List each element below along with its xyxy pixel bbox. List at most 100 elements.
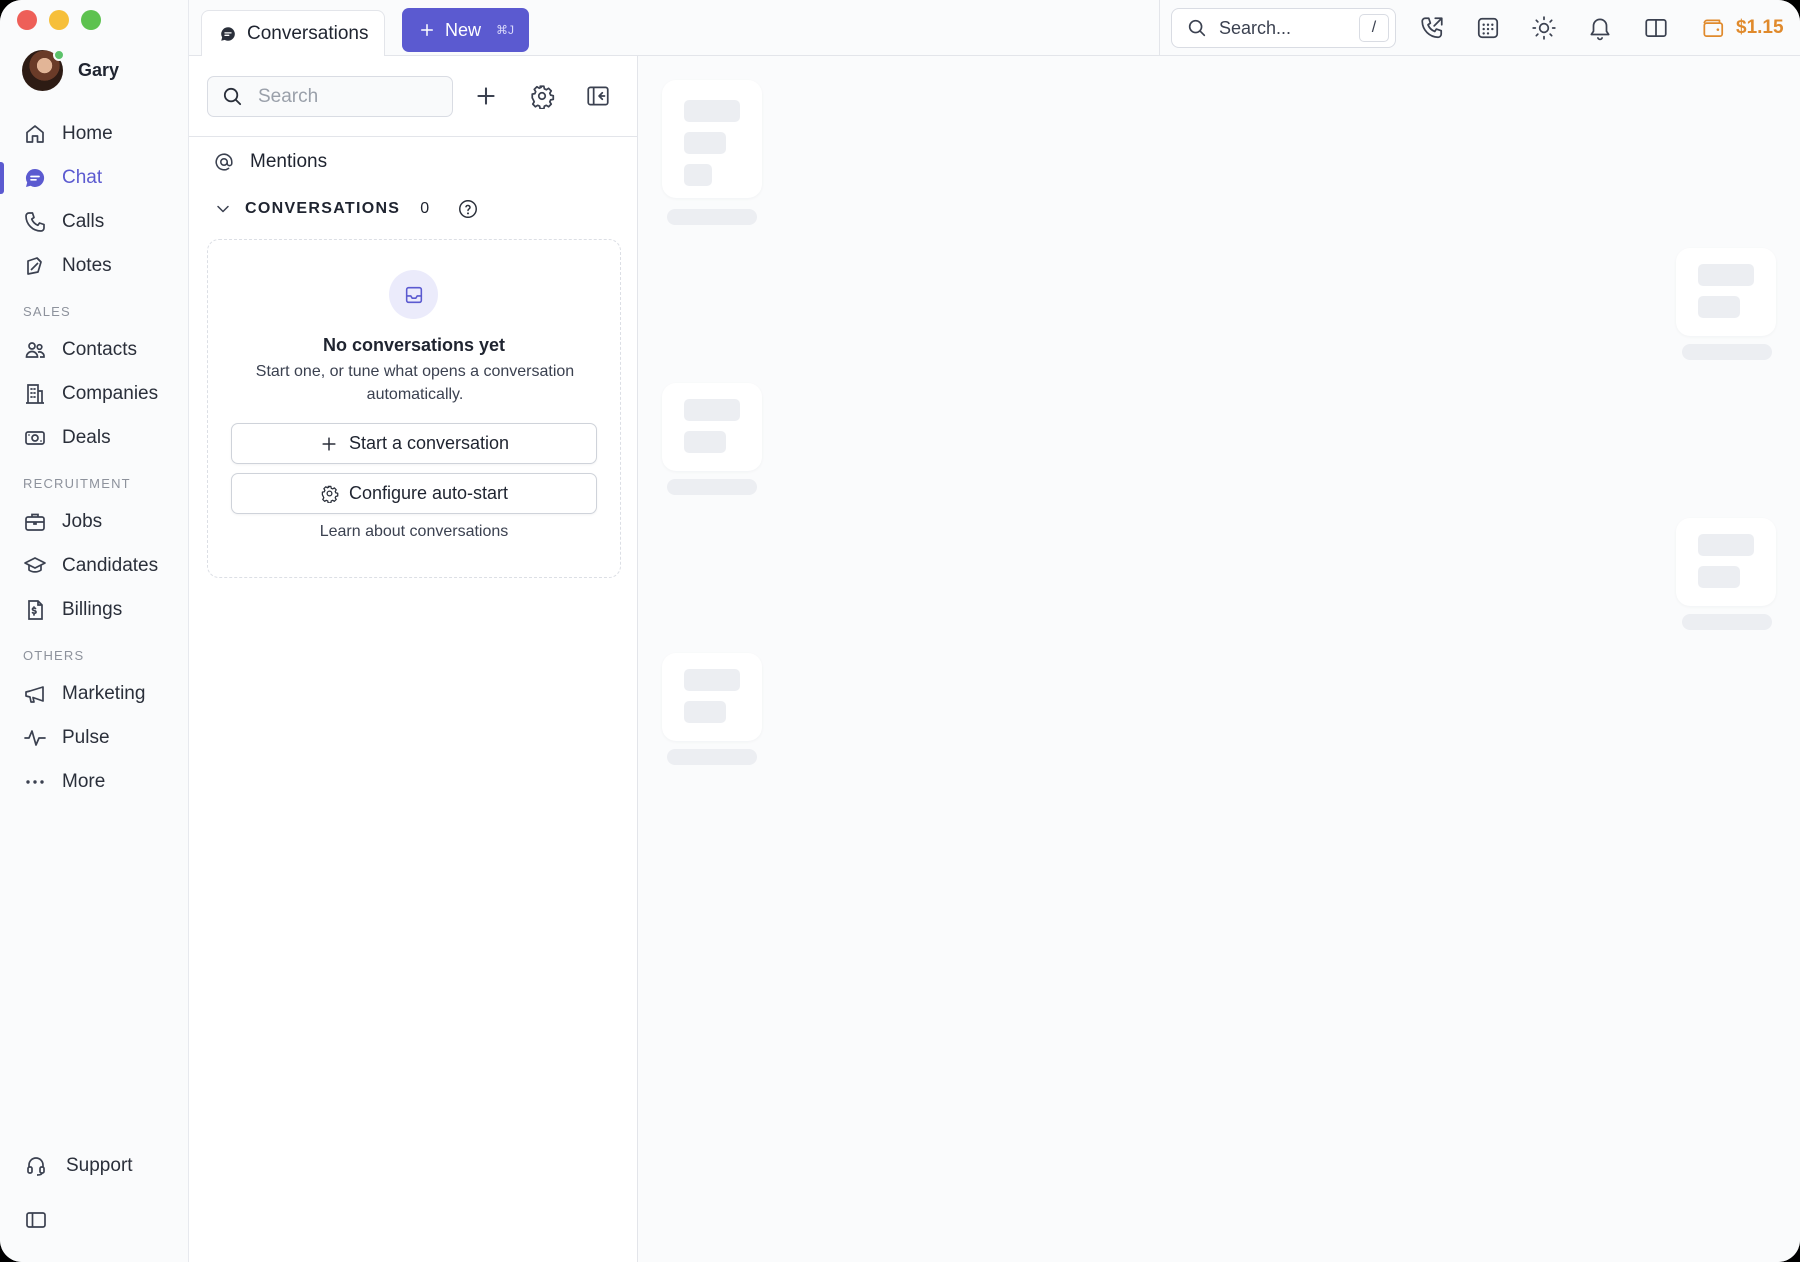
close-window-button[interactable] — [17, 10, 37, 30]
sidebar-item-label: More — [62, 771, 106, 792]
sidebar-item-calls[interactable]: Calls — [0, 202, 189, 242]
conversation-search-input[interactable]: Search — [207, 76, 453, 117]
sidebar-item-label: Jobs — [62, 511, 103, 532]
plus-icon — [418, 21, 436, 39]
new-button-label: New — [445, 19, 482, 40]
global-search-placeholder: Search... — [1219, 17, 1292, 38]
sidebar-item-companies[interactable]: Companies — [0, 374, 189, 414]
bell-icon[interactable] — [1587, 15, 1613, 41]
sidebar-item-label: Calls — [62, 211, 105, 232]
divider — [1159, 0, 1160, 56]
skeleton-meta — [667, 479, 757, 495]
user-name: Gary — [78, 60, 120, 80]
start-conversation-label: Start a conversation — [348, 433, 510, 453]
tab-label: Conversations — [247, 23, 369, 44]
sidebar-item-label: Notes — [62, 255, 112, 276]
graduation-cap-icon — [23, 554, 47, 578]
skeleton-bubble — [662, 653, 762, 741]
sidebar-item-label: Support — [66, 1155, 133, 1176]
collapse-sidebar-icon[interactable] — [24, 1208, 48, 1232]
skeleton-meta — [667, 209, 757, 225]
ellipsis-icon — [23, 770, 47, 794]
settings-gear-icon[interactable] — [529, 83, 555, 109]
configure-auto-start-button[interactable]: Configure auto-start — [231, 473, 597, 514]
split-view-icon[interactable] — [1643, 15, 1669, 41]
collapse-panel-icon[interactable] — [585, 83, 611, 109]
search-shortcut-key: / — [1359, 14, 1389, 42]
sidebar-item-billings[interactable]: Billings — [0, 590, 189, 630]
sidebar-item-label: Marketing — [62, 683, 146, 704]
home-icon — [23, 122, 47, 146]
skeleton-meta — [1682, 614, 1772, 630]
sidebar-item-label: Billings — [62, 599, 123, 620]
skeleton-line — [1698, 296, 1740, 318]
settings-gear-icon — [320, 484, 339, 503]
skeleton-bubble — [662, 383, 762, 471]
online-status-dot — [53, 49, 65, 61]
global-search-input[interactable]: Search... / — [1171, 8, 1396, 48]
skeleton-bubble — [1676, 518, 1776, 606]
note-icon — [23, 254, 47, 278]
sidebar-item-label: Contacts — [62, 339, 137, 360]
add-conversation-icon[interactable] — [473, 83, 499, 109]
conversations-section-header[interactable]: CONVERSATIONS 0 — [213, 198, 479, 220]
sidebar-item-notes[interactable]: Notes — [0, 246, 189, 286]
money-icon — [23, 426, 47, 450]
sidebar-item-marketing[interactable]: Marketing — [0, 674, 189, 714]
wallet-icon — [1700, 15, 1726, 41]
empty-state-card: No conversations yet Start one, or tune … — [207, 239, 621, 578]
sidebar-item-jobs[interactable]: Jobs — [0, 502, 189, 542]
sun-icon[interactable] — [1531, 15, 1557, 41]
user-profile[interactable]: Gary — [22, 49, 120, 91]
sidebar-item-label: Companies — [62, 383, 159, 404]
sidebar-item-pulse[interactable]: Pulse — [0, 718, 189, 758]
minimize-window-button[interactable] — [49, 10, 69, 30]
new-button[interactable]: New ⌘J — [402, 8, 529, 52]
megaphone-icon — [23, 682, 47, 706]
mentions-label: Mentions — [250, 151, 328, 172]
sidebar-item-support[interactable]: Support — [0, 1146, 189, 1186]
sidebar-item-more[interactable]: More — [0, 762, 189, 802]
conversations-count: 0 — [420, 200, 430, 217]
mentions-item[interactable]: Mentions — [213, 151, 327, 173]
skeleton-line — [684, 132, 726, 154]
skeleton-line — [684, 669, 740, 691]
skeleton-meta — [667, 749, 757, 765]
briefcase-icon — [23, 510, 47, 534]
skeleton-line — [684, 164, 712, 186]
tab-conversations[interactable]: Conversations — [201, 10, 385, 57]
avatar — [22, 49, 65, 91]
wallet-balance[interactable]: $1.15 — [1700, 15, 1784, 41]
contacts-icon — [23, 338, 47, 362]
top-bar: Conversations New ⌘J Search... / $1.15 — [189, 0, 1800, 57]
skeleton-line — [684, 701, 726, 723]
phone-outgoing-icon[interactable] — [1419, 15, 1445, 41]
help-circle-icon[interactable] — [457, 198, 479, 220]
sidebar-item-chat[interactable]: Chat — [0, 158, 189, 198]
start-conversation-button[interactable]: Start a conversation — [231, 423, 597, 464]
sidebar-item-home[interactable]: Home — [0, 114, 189, 154]
plus-icon — [319, 434, 339, 454]
balance-amount: $1.15 — [1736, 17, 1784, 38]
section-label-others: OTHERS — [23, 648, 85, 663]
sidebar-item-label: Pulse — [62, 727, 110, 748]
zoom-window-button[interactable] — [81, 10, 101, 30]
sidebar-item-label: Deals — [62, 427, 111, 448]
sidebar-item-deals[interactable]: Deals — [0, 418, 189, 458]
sidebar-item-label: Candidates — [62, 555, 159, 576]
sidebar-item-candidates[interactable]: Candidates — [0, 546, 189, 586]
invoice-icon — [23, 598, 47, 622]
window-controls — [17, 10, 101, 30]
sidebar-item-contacts[interactable]: Contacts — [0, 330, 189, 370]
calculator-icon[interactable] — [1475, 15, 1501, 41]
empty-state-subtitle: Start one, or tune what opens a conversa… — [255, 363, 575, 403]
new-button-shortcut: ⌘J — [496, 23, 515, 37]
section-label-recruitment: RECRUITMENT — [23, 476, 131, 491]
panel-toolbar: Search — [189, 56, 638, 137]
skeleton-bubble — [662, 80, 762, 198]
learn-about-conversations-link[interactable]: Learn about conversations — [208, 523, 620, 541]
at-sign-icon — [213, 151, 235, 173]
chat-bubble-icon — [23, 166, 47, 190]
app-window: Gary Home Chat Calls Notes SALES Contact… — [0, 0, 1800, 1262]
headset-icon — [24, 1154, 48, 1178]
